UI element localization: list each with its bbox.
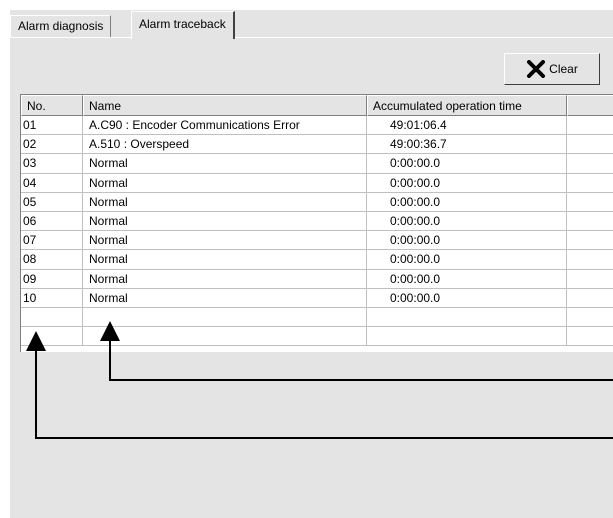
table-row[interactable]: 08 Normal 0:00:00.0 xyxy=(21,250,613,270)
tab-strip: Alarm diagnosis Alarm traceback xyxy=(10,10,613,39)
row-no-cell: 04 xyxy=(21,173,83,193)
row-extra-cell xyxy=(567,212,613,232)
row-name-cell: Normal xyxy=(83,269,367,289)
column-header-name[interactable]: Name xyxy=(83,95,367,116)
row-no-cell: 06 xyxy=(21,211,83,232)
row-extra-cell xyxy=(567,231,613,251)
row-no-cell: 01 xyxy=(21,116,83,136)
row-extra-cell xyxy=(567,308,613,328)
table-row[interactable]: 03 Normal 0:00:00.0 xyxy=(21,154,613,174)
column-header-no[interactable]: No. xyxy=(21,95,83,116)
table-row[interactable]: 06 Normal 0:00:00.0 xyxy=(21,211,613,232)
table-row[interactable]: 04 Normal 0:00:00.0 xyxy=(21,173,613,193)
row-time-cell xyxy=(367,327,567,347)
table-row[interactable]: 02 A.510 : Overspeed 49:00:36.7 xyxy=(21,135,613,155)
tab-divider xyxy=(10,37,613,38)
row-name-cell: Normal xyxy=(83,173,367,193)
table-row[interactable]: 07 Normal 0:00:00.0 xyxy=(21,231,613,251)
x-icon xyxy=(527,60,546,78)
row-extra-cell xyxy=(567,135,613,155)
row-no-cell: 02 xyxy=(21,135,83,155)
row-time-cell: 0:00:00.0 xyxy=(367,173,567,193)
row-name-cell: Normal xyxy=(83,288,367,308)
row-name-cell: A.C90 : Encoder Communications Error xyxy=(83,116,367,136)
row-time-cell: 49:01:06.4 xyxy=(367,116,567,136)
row-extra-cell xyxy=(567,116,613,136)
table-row[interactable] xyxy=(21,307,613,328)
row-name-cell: A.510 : Overspeed xyxy=(83,135,367,155)
row-extra-cell xyxy=(567,289,613,308)
row-time-cell: 0:00:00.0 xyxy=(367,211,567,232)
row-time-cell: 49:00:36.7 xyxy=(367,135,567,155)
table-row[interactable]: 01 A.C90 : Encoder Communications Error 49… xyxy=(21,116,613,136)
table-row[interactable] xyxy=(21,327,613,347)
alarm-history-table: No. Name Accumulated operation time 01 A.… xyxy=(20,94,613,352)
row-no-cell: 05 xyxy=(21,192,83,212)
table-body: 01 A.C90 : Encoder Communications Error 49… xyxy=(21,116,613,347)
clear-button[interactable]: Clear xyxy=(504,53,600,85)
row-no-cell xyxy=(21,327,83,347)
row-no-cell: 08 xyxy=(21,250,83,270)
row-extra-cell xyxy=(567,270,613,289)
row-name-cell xyxy=(83,327,367,347)
row-name-cell: Normal xyxy=(83,231,367,251)
row-time-cell: 0:00:00.0 xyxy=(367,192,567,212)
row-name-cell: Normal xyxy=(83,211,367,232)
row-no-cell xyxy=(21,307,83,328)
row-name-cell: Normal xyxy=(83,250,367,270)
column-header-time[interactable]: Accumulated operation time xyxy=(367,95,567,116)
row-no-cell: 09 xyxy=(21,269,83,289)
row-no-cell: 03 xyxy=(21,154,83,174)
row-time-cell: 0:00:00.0 xyxy=(367,154,567,174)
tab-alarm-diagnosis[interactable]: Alarm diagnosis xyxy=(10,15,112,37)
table-row[interactable]: 10 Normal 0:00:00.0 xyxy=(21,288,613,308)
tab-alarm-traceback[interactable]: Alarm traceback xyxy=(131,11,235,39)
table-row[interactable]: 05 Normal 0:00:00.0 xyxy=(21,192,613,212)
row-name-cell: Normal xyxy=(83,192,367,212)
clear-button-label: Clear xyxy=(549,62,578,76)
row-extra-cell xyxy=(567,174,613,193)
alarm-window: Alarm diagnosis Alarm traceback Clear No… xyxy=(10,10,613,518)
row-time-cell xyxy=(367,307,567,328)
row-time-cell: 0:00:00.0 xyxy=(367,231,567,251)
row-time-cell: 0:00:00.0 xyxy=(367,269,567,289)
table-row[interactable]: 09 Normal 0:00:00.0 xyxy=(21,269,613,289)
row-time-cell: 0:00:00.0 xyxy=(367,250,567,270)
row-extra-cell xyxy=(567,250,613,270)
row-no-cell: 07 xyxy=(21,231,83,251)
row-no-cell: 10 xyxy=(21,288,83,308)
row-extra-cell xyxy=(567,327,613,347)
row-name-cell: Normal xyxy=(83,154,367,174)
row-name-cell xyxy=(83,307,367,328)
row-extra-cell xyxy=(567,154,613,174)
column-header-extra[interactable] xyxy=(567,95,613,116)
row-time-cell: 0:00:00.0 xyxy=(367,288,567,308)
row-extra-cell xyxy=(567,193,613,212)
